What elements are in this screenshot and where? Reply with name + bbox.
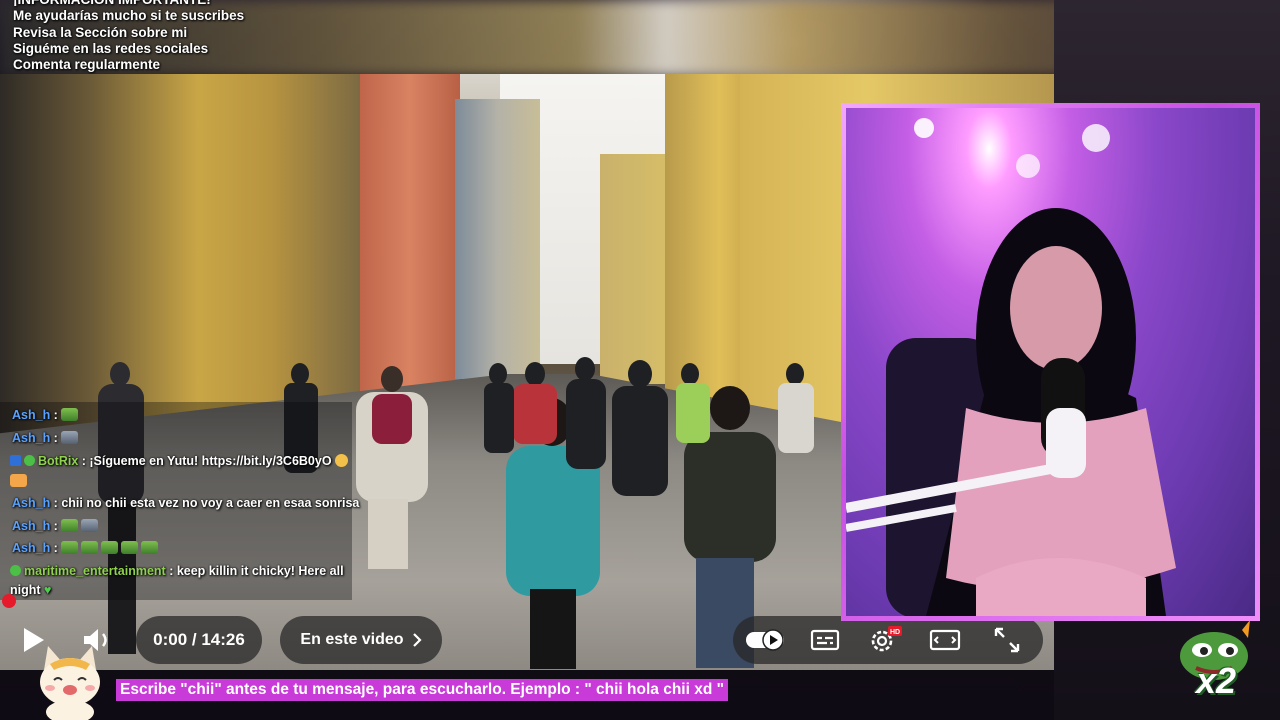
hd-badge: HD (890, 629, 900, 636)
emote-icon (80, 519, 98, 532)
chat-message: Ash_h : (12, 431, 78, 445)
info-heading: ¡INFORMACIÓN IMPORTANTE! (13, 0, 244, 8)
chat-message: Ash_h : (12, 519, 98, 533)
progress-scrubber[interactable] (2, 594, 16, 608)
info-line: Revisa la Sección sobre mi (13, 24, 188, 40)
info-line: Me ayudarías mucho si te suscribes (13, 8, 245, 24)
heart-emoji-icon: ♥ (44, 583, 52, 597)
autoplay-toggle-icon (746, 629, 784, 651)
chat-text: ¡Sígueme en Yutu! https://bit.ly/3C6B0yO (89, 454, 332, 468)
chat-username: BotRix (38, 454, 79, 468)
chat-username: Ash_h (12, 496, 51, 510)
webcam-feed (846, 108, 1255, 616)
frog-emote-icon (60, 519, 78, 532)
theater-mode-button[interactable] (917, 616, 973, 664)
right-controls: HD (733, 616, 1043, 664)
cat-mascot-icon (40, 646, 100, 720)
chat-text: keep killin it chicky! Here all (176, 564, 344, 578)
chat-text: night (10, 583, 41, 597)
chat-message: maritime_entertainment : keep killin it … (10, 564, 344, 578)
multiplier-label: x2 (1196, 660, 1237, 701)
cat-emoji-icon (10, 474, 27, 487)
bot-badge-icon (10, 455, 21, 466)
verified-badge-icon (24, 455, 35, 466)
frog-emote-icon (120, 541, 138, 554)
autoplay-toggle[interactable] (737, 616, 793, 664)
info-line: Comenta regularmente (13, 57, 161, 73)
chat-username: Ash_h (12, 408, 51, 422)
chat-command-banner: Escribe "chii" antes de tu mensaje, para… (116, 679, 728, 701)
chat-username: maritime_entertainment (24, 564, 166, 578)
fullscreen-button[interactable] (979, 616, 1035, 664)
info-overlay: ¡INFORMACIÓN IMPORTANTE! Me ayudarías mu… (13, 0, 244, 73)
frog-emote-icon (100, 541, 118, 554)
chat-text: chii no chii esta vez no voy a caer en e… (61, 496, 360, 510)
verified-badge-icon (10, 565, 21, 576)
chapters-button[interactable]: En este video (280, 616, 442, 664)
theater-mode-icon (929, 629, 961, 651)
settings-icon: HD (871, 626, 902, 652)
settings-button[interactable]: HD (857, 616, 913, 664)
chat-username: Ash_h (12, 541, 51, 555)
chat-message-continuation: night ♥ (10, 583, 51, 597)
fullscreen-icon (994, 627, 1020, 653)
chat-message: Ash_h : (12, 408, 78, 422)
info-line: Siguéme en las redes sociales (13, 40, 209, 56)
chat-overlay: Ash_h : Ash_h : BotRix : ¡Sígueme en Yut… (0, 402, 359, 600)
chat-message-continuation (10, 474, 27, 488)
frog-emote-icon (80, 541, 98, 554)
frog-emote-icon (60, 408, 78, 421)
chat-message: Ash_h : chii no chii esta vez no voy a c… (12, 496, 360, 510)
chevron-right-icon (412, 633, 422, 647)
frog-emote-icon (140, 541, 158, 554)
subtitles-button[interactable] (797, 616, 853, 664)
chapters-label: En este video (300, 631, 404, 648)
chat-username: Ash_h (12, 519, 51, 533)
streamer-silhouette (846, 118, 1176, 616)
subtitles-icon (810, 629, 840, 651)
emote-icon (60, 431, 78, 444)
emoji-icon (334, 454, 348, 467)
webcam-frame (841, 103, 1260, 621)
frog-emote-icon (60, 541, 78, 554)
chat-message: Ash_h : (12, 541, 158, 555)
chat-username: Ash_h (12, 431, 51, 445)
chat-message: BotRix : ¡Sígueme en Yutu! https://bit.l… (10, 454, 348, 468)
time-display: 0:00 / 14:26 (136, 616, 262, 664)
